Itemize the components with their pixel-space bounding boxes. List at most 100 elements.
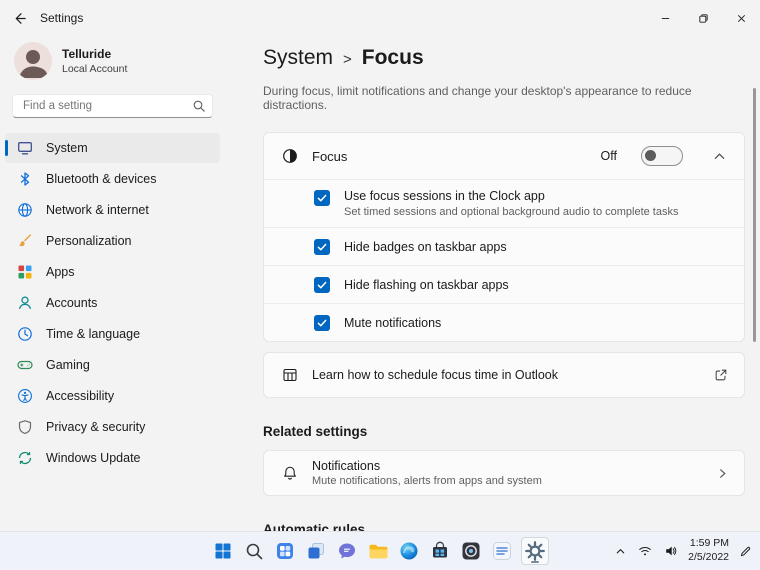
sidebar-item-accounts[interactable]: Accounts [5,288,220,318]
mute-notifications-checkbox[interactable] [314,315,330,331]
bell-icon [282,465,298,481]
list-app-icon [493,542,511,560]
brush-icon [17,233,33,249]
file-explorer-button[interactable] [366,539,390,563]
file-explorer-icon [369,544,388,559]
start-button[interactable] [211,539,235,563]
user-profile[interactable]: Telluride Local Account [0,36,225,92]
sidebar-item-label: Network & internet [46,203,149,217]
notifications-subtitle: Mute notifications, alerts from apps and… [312,475,542,487]
settings-app-button[interactable] [521,537,549,565]
edge-icon [400,542,418,560]
monitor-icon [17,140,33,156]
network-button[interactable] [636,542,654,560]
sidebar-item-label: Personalization [46,234,132,248]
option-sublabel: Set timed sessions and optional backgrou… [344,206,679,218]
sidebar-item-privacy-security[interactable]: Privacy & security [5,412,220,442]
option-label: Hide flashing on taskbar apps [344,277,509,292]
photos-icon [462,542,480,560]
notifications-title: Notifications [312,459,381,473]
sidebar-item-personalization[interactable]: Personalization [5,226,220,256]
outlook-focus-link-card[interactable]: Learn how to schedule focus time in Outl… [263,352,745,398]
window-controls [646,0,760,36]
breadcrumb-separator: > [343,51,352,68]
external-link-icon [715,369,727,381]
hide-badges-checkbox[interactable] [314,239,330,255]
back-button[interactable] [0,0,40,36]
globe-icon [17,202,33,218]
account-type: Local Account [62,63,128,75]
option-label: Hide badges on taskbar apps [344,239,507,254]
close-icon [737,14,745,22]
restore-button[interactable] [684,0,722,36]
task-view-button[interactable] [304,539,328,563]
hide-flashing-checkbox[interactable] [314,277,330,293]
sidebar-item-windows-update[interactable]: Windows Update [5,443,220,473]
settings-window: Settings Telluride Local Account Find a … [0,0,760,570]
shield-icon [17,419,33,435]
check-icon [317,281,327,289]
search-input[interactable] [12,94,213,118]
sidebar-item-label: Apps [46,265,75,279]
search-box [12,94,213,118]
focus-sessions-checkbox[interactable] [314,190,330,206]
breadcrumb-system[interactable]: System [263,46,333,70]
person-silhouette-icon [19,50,48,78]
minimize-button[interactable] [646,0,684,36]
speaker-icon [666,546,677,556]
settings-gear-icon [525,541,545,561]
edge-button[interactable] [397,539,421,563]
breadcrumb: System > Focus [263,46,745,70]
clock[interactable]: 1:59 PM 2/5/2022 [688,537,729,564]
toggle-knob [645,149,656,161]
chevron-up-icon [714,152,725,159]
app-title: Settings [40,11,84,25]
focus-card: Focus Off Use focus sessions in the Cloc… [263,132,745,342]
sidebar-item-accessibility[interactable]: Accessibility [5,381,220,411]
task-view-icon [308,543,324,559]
collapse-button[interactable] [709,146,730,167]
apps-grid-icon [17,264,33,280]
pen-icon [740,546,751,556]
sidebar-item-gaming[interactable]: Gaming [5,350,220,380]
bluetooth-icon [17,171,33,187]
focus-toggle[interactable] [641,146,683,166]
sidebar-item-label: Bluetooth & devices [46,172,157,186]
sidebar-nav: System Bluetooth & devices Network & int… [0,128,225,473]
chat-button[interactable] [335,539,359,563]
restore-icon [698,13,708,23]
pen-menu-button[interactable] [737,543,754,560]
store-button[interactable] [428,539,452,563]
sidebar-item-label: Time & language [46,327,141,341]
sidebar-item-network-internet[interactable]: Network & internet [5,195,220,225]
sidebar-item-time-language[interactable]: Time & language [5,319,220,349]
person-icon [17,295,33,311]
sidebar-item-system[interactable]: System [5,133,220,163]
check-icon [317,194,327,202]
widgets-button[interactable] [273,539,297,563]
volume-button[interactable] [662,542,680,560]
clock-icon [17,326,33,342]
update-arrows-icon [17,450,33,466]
tray-time: 1:59 PM [689,537,729,550]
vertical-scrollbar[interactable] [753,88,756,342]
tray-overflow-button[interactable] [613,544,628,559]
chat-icon [339,543,355,559]
focus-option-row: Hide flashing on taskbar apps [264,265,744,303]
photos-button[interactable] [459,539,483,563]
taskbar-search-button[interactable] [242,539,266,563]
controller-icon [17,357,33,373]
notifications-card[interactable]: Notifications Mute notifications, alerts… [263,450,745,496]
chevron-right-icon [720,468,726,478]
close-button[interactable] [722,0,760,36]
sidebar-item-bluetooth-devices[interactable]: Bluetooth & devices [5,164,220,194]
sidebar-item-apps[interactable]: Apps [5,257,220,287]
system-tray: 1:59 PM 2/5/2022 [613,532,754,570]
search-icon [193,100,205,112]
list-app-button[interactable] [490,539,514,563]
sidebar-item-label: Accessibility [46,389,115,403]
check-icon [317,319,327,327]
focus-expander-header[interactable]: Focus Off [264,133,744,179]
user-name: Telluride [62,47,112,61]
focus-toggle-state: Off [600,149,617,163]
